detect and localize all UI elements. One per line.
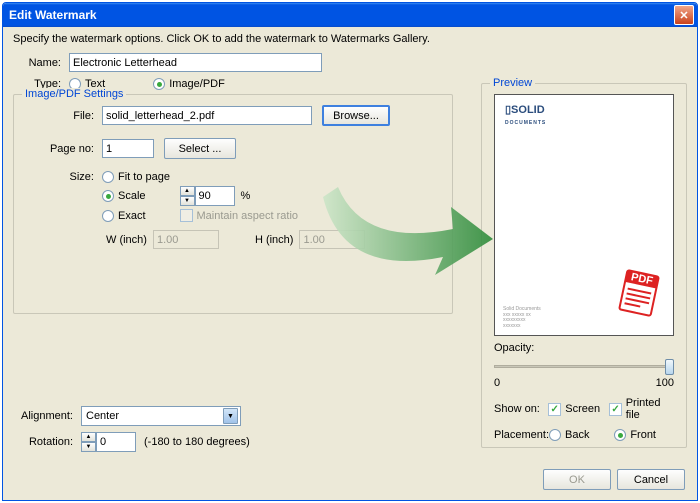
aspect-ratio-checkbox: Maintain aspect ratio — [180, 209, 299, 222]
placement-label: Placement: — [494, 429, 549, 441]
slider-thumb[interactable] — [665, 359, 674, 375]
select-page-button[interactable]: Select ... — [164, 138, 236, 159]
checkbox-icon — [180, 209, 193, 222]
preview-legend: Preview — [490, 77, 535, 89]
size-fit-label: Fit to page — [118, 171, 170, 183]
pageno-label: Page no: — [26, 143, 94, 155]
opacity-label: Opacity: — [494, 342, 674, 354]
placement-front-label: Front — [630, 429, 656, 441]
ok-button: OK — [543, 469, 611, 490]
radio-icon — [549, 429, 561, 441]
radio-icon — [102, 210, 114, 222]
height-label: H (inch) — [255, 234, 294, 246]
rotation-hint: (-180 to 180 degrees) — [144, 436, 250, 448]
pdf-icon: PDF — [613, 269, 665, 317]
cancel-button[interactable]: Cancel — [617, 469, 685, 490]
alignment-select[interactable]: Center ▼ — [81, 406, 241, 426]
browse-button[interactable]: Browse... — [322, 105, 390, 126]
aspect-ratio-label: Maintain aspect ratio — [197, 210, 299, 222]
close-button[interactable]: ✕ — [674, 5, 694, 25]
width-input — [153, 230, 219, 249]
spinner-up-icon[interactable]: ▲ — [81, 432, 96, 442]
width-label: W (inch) — [106, 234, 147, 246]
slider-track — [494, 365, 674, 368]
radio-icon — [614, 429, 626, 441]
pageno-input[interactable] — [102, 139, 154, 158]
showon-printed-label: Printed file — [626, 397, 674, 421]
showon-screen-label: Screen — [565, 403, 600, 415]
alignment-label: Alignment: — [13, 410, 73, 422]
spinner-down-icon[interactable]: ▼ — [180, 196, 195, 206]
size-exact-radio[interactable]: Exact — [102, 210, 146, 222]
file-label: File: — [26, 110, 94, 122]
rotation-label: Rotation: — [13, 436, 73, 448]
rotation-spinner[interactable]: ▲ ▼ — [81, 432, 136, 452]
close-icon: ✕ — [679, 9, 688, 22]
size-fit-radio[interactable]: Fit to page — [102, 171, 170, 183]
spinner-up-icon[interactable]: ▲ — [180, 186, 195, 196]
chevron-down-icon: ▼ — [223, 408, 238, 424]
placement-back-radio[interactable]: Back — [549, 429, 589, 441]
edit-watermark-dialog: Edit Watermark ✕ Specify the watermark o… — [2, 2, 698, 501]
image-pdf-settings-group: Image/PDF Settings File: Browse... Page … — [13, 94, 453, 314]
name-label: Name: — [13, 57, 61, 69]
radio-icon — [102, 190, 114, 202]
showon-printed-checkbox[interactable]: ✓ Printed file — [609, 397, 674, 421]
checkbox-icon: ✓ — [548, 403, 561, 416]
type-image-radio[interactable]: Image/PDF — [153, 78, 225, 90]
size-scale-label: Scale — [118, 190, 146, 202]
placement-back-label: Back — [565, 429, 589, 441]
name-input[interactable] — [69, 53, 322, 72]
opacity-slider[interactable] — [494, 356, 674, 376]
settings-legend: Image/PDF Settings — [22, 88, 126, 100]
preview-footer: Solid Documentsxxx xxxxx xxxxxxxxxxxxxxx… — [503, 307, 541, 329]
type-image-label: Image/PDF — [169, 78, 225, 90]
document-preview: ▯SOLID DOCUMENTS PDF Solid Documentsxxx … — [494, 94, 674, 336]
height-input — [299, 230, 365, 249]
alignment-value: Center — [86, 410, 119, 422]
radio-icon — [153, 78, 165, 90]
rotation-input[interactable] — [96, 432, 136, 452]
checkbox-icon: ✓ — [609, 403, 621, 416]
radio-icon — [102, 171, 114, 183]
spinner-down-icon[interactable]: ▼ — [81, 442, 96, 452]
file-input[interactable] — [102, 106, 312, 125]
description-text: Specify the watermark options. Click OK … — [13, 33, 687, 45]
preview-group: Preview ▯SOLID DOCUMENTS PDF — [481, 83, 687, 448]
window-title: Edit Watermark — [9, 8, 674, 22]
opacity-max: 100 — [656, 377, 674, 389]
opacity-min: 0 — [494, 377, 500, 389]
titlebar: Edit Watermark ✕ — [3, 3, 697, 27]
placement-front-radio[interactable]: Front — [614, 429, 656, 441]
scale-spinner[interactable]: ▲ ▼ — [180, 186, 235, 206]
size-exact-label: Exact — [118, 210, 146, 222]
scale-input[interactable] — [195, 186, 235, 206]
size-scale-radio[interactable]: Scale — [102, 190, 146, 202]
size-label: Size: — [26, 171, 94, 183]
preview-logo: ▯SOLID DOCUMENTS — [505, 103, 546, 127]
showon-label: Show on: — [494, 403, 548, 415]
percent-label: % — [241, 190, 251, 202]
showon-screen-checkbox[interactable]: ✓ Screen — [548, 403, 600, 416]
